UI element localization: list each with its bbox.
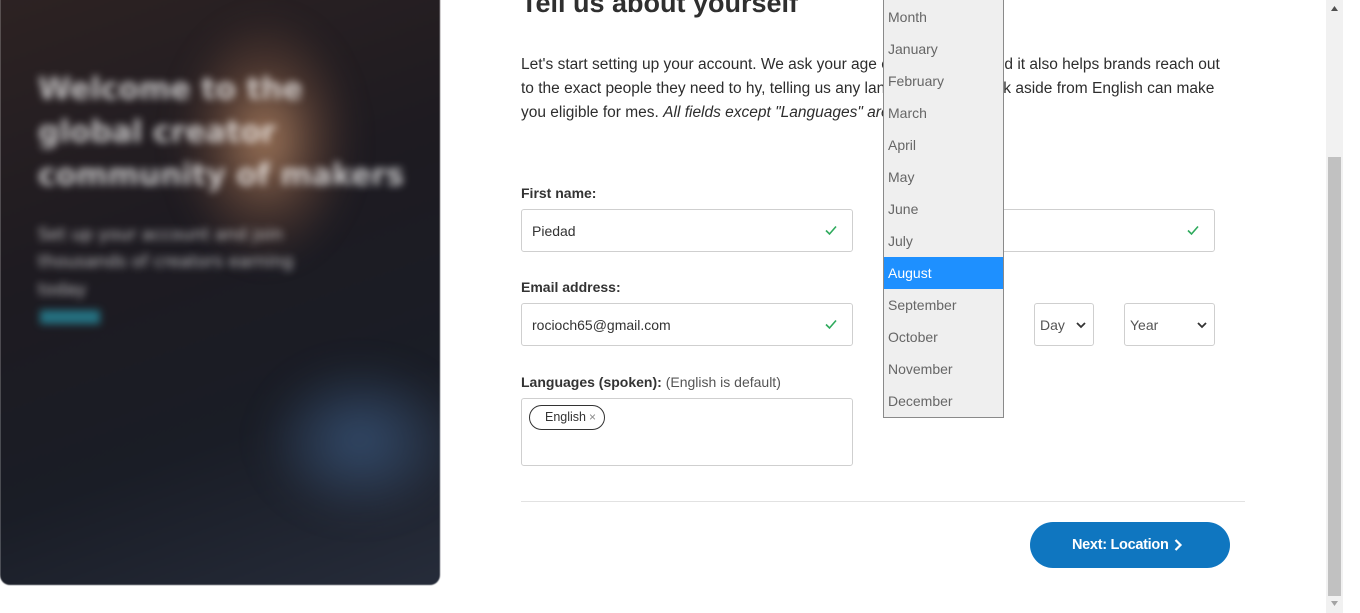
scrollbar-thumb[interactable] (1328, 157, 1341, 596)
month-option[interactable]: September (884, 289, 1003, 321)
check-icon (825, 225, 837, 236)
birth-day-value: Day (1040, 317, 1065, 333)
signup-page: Welcome to the global creator community … (0, 0, 1360, 613)
month-option-selected[interactable]: August (884, 257, 1003, 289)
month-option[interactable]: Month (884, 1, 1003, 33)
email-field[interactable]: rocioch65@gmail.com (521, 303, 853, 346)
chevron-right-icon (1174, 539, 1183, 551)
next-location-button[interactable]: Next: Location (1030, 522, 1230, 568)
intro-text: Let's start setting up your account. We … (521, 56, 1220, 121)
month-option[interactable]: January (884, 33, 1003, 65)
month-option[interactable]: October (884, 321, 1003, 353)
page-scrollbar[interactable] (1326, 0, 1343, 613)
divider (521, 501, 1245, 502)
languages-hint: (English is default) (665, 374, 781, 390)
chevron-down-icon (1197, 322, 1207, 329)
hero-image: Welcome to the global creator community … (0, 0, 440, 585)
scroll-down-arrow-icon[interactable] (1330, 599, 1339, 608)
check-icon (1187, 225, 1199, 236)
languages-label: Languages (spoken): (English is default) (521, 374, 781, 390)
birth-day-select[interactable]: Day (1034, 303, 1094, 346)
month-option[interactable]: July (884, 225, 1003, 257)
month-option[interactable]: May (884, 161, 1003, 193)
month-option[interactable]: December (884, 385, 1003, 417)
first-name-field[interactable]: Piedad (521, 209, 853, 252)
email-label: Email address: (521, 279, 621, 295)
birth-year-select[interactable]: Year (1124, 303, 1215, 346)
chevron-down-icon (1076, 322, 1086, 329)
check-icon (825, 319, 837, 330)
first-name-value: Piedad (532, 223, 576, 239)
scroll-up-arrow-icon[interactable] (1330, 4, 1339, 13)
month-option[interactable]: March (884, 97, 1003, 129)
close-icon[interactable]: × (589, 406, 596, 429)
birth-month-dropdown[interactable]: Month January February March April May J… (883, 0, 1004, 418)
birth-year-value: Year (1130, 317, 1159, 333)
month-option[interactable]: November (884, 353, 1003, 385)
month-option[interactable]: February (884, 65, 1003, 97)
next-button-label: Next: Location (1072, 537, 1169, 553)
month-option[interactable]: June (884, 193, 1003, 225)
first-name-label: First name: (521, 185, 597, 201)
email-value: rocioch65@gmail.com (532, 317, 671, 333)
page-title: Tell us about yourself (521, 0, 799, 18)
languages-input[interactable]: English × (521, 398, 853, 466)
language-chip-english: English × (529, 405, 605, 430)
month-option[interactable]: April (884, 129, 1003, 161)
